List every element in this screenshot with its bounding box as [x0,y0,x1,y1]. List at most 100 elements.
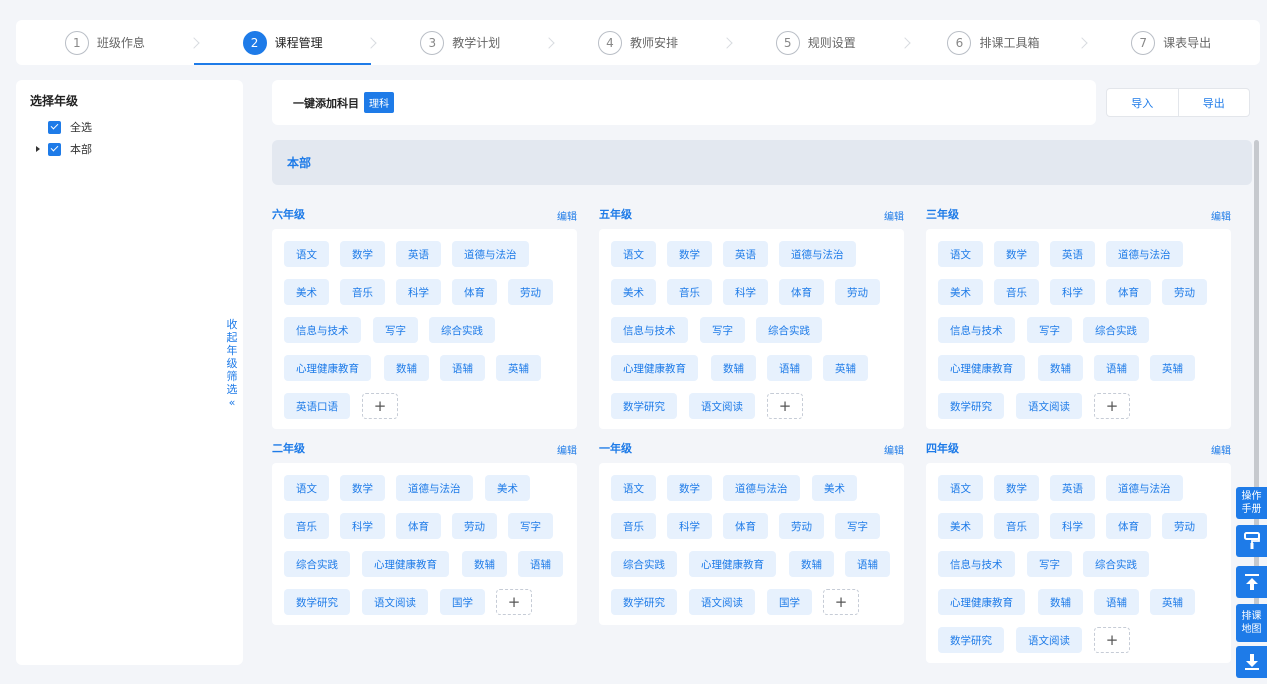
checkbox-checked-icon[interactable] [48,120,61,134]
subject-tag[interactable]: 写字 [373,317,418,343]
subject-tag[interactable]: 语文 [284,241,329,267]
subject-tag[interactable]: 国学 [767,589,812,615]
subject-tag[interactable]: 道德与法治 [779,241,856,267]
subject-tag[interactable]: 英语口语 [284,393,350,419]
subject-tag[interactable]: 心理健康教育 [689,551,776,577]
subject-tag[interactable]: 数学 [667,241,712,267]
subject-tag[interactable]: 道德与法治 [723,475,800,501]
subject-tag[interactable]: 综合实践 [756,317,822,343]
subject-tag[interactable]: 劳动 [779,513,824,539]
subject-tag[interactable]: 语文 [611,241,656,267]
grade-edit-link[interactable]: 编辑 [1211,208,1231,223]
step-6[interactable]: 6 排课工具箱 [905,20,1088,65]
subject-tag[interactable]: 国学 [440,589,485,615]
subject-tag[interactable]: 英辅 [496,355,541,381]
subject-tag[interactable]: 美术 [284,279,329,305]
subject-tag[interactable]: 信息与技术 [284,317,361,343]
subject-tag[interactable]: 语文阅读 [362,589,428,615]
subject-tag[interactable]: 心理健康教育 [938,355,1025,381]
subject-tag[interactable]: 劳动 [1162,513,1207,539]
subject-tag[interactable]: 语文阅读 [689,589,755,615]
subject-tag[interactable]: 数学研究 [938,627,1004,653]
subject-tag[interactable]: 语文阅读 [689,393,755,419]
grade-edit-link[interactable]: 编辑 [557,442,577,457]
subject-tag[interactable]: 英语 [1050,241,1095,267]
select-all-row[interactable]: 全选 [48,119,92,135]
download-button[interactable] [1236,646,1267,678]
subject-tag[interactable]: 写字 [835,513,880,539]
add-subject-button[interactable]: + [362,393,398,419]
grade-edit-link[interactable]: 编辑 [557,208,577,223]
subject-tag[interactable]: 数辅 [711,355,756,381]
checkbox-checked-icon[interactable] [48,142,61,156]
subject-tag[interactable]: 语辅 [767,355,812,381]
subject-tag[interactable]: 道德与法治 [452,241,529,267]
subject-tag[interactable]: 体育 [1106,513,1151,539]
step-1[interactable]: 1 班级作息 [16,20,200,65]
add-subject-button[interactable]: + [767,393,803,419]
subject-tag[interactable]: 英辅 [1150,355,1195,381]
subject-tag[interactable]: 英语 [723,241,768,267]
subject-tag[interactable]: 体育 [396,513,441,539]
scrollbar[interactable] [1254,140,1259,640]
subject-tag[interactable]: 科学 [1050,279,1095,305]
subject-tag[interactable]: 英辅 [823,355,868,381]
subject-tag[interactable]: 语辅 [845,551,890,577]
subject-tag[interactable]: 美术 [611,279,656,305]
subject-tag[interactable]: 体育 [723,513,768,539]
subject-tag[interactable]: 写字 [508,513,553,539]
subject-tag[interactable]: 道德与法治 [1106,241,1183,267]
subject-tag[interactable]: 英辅 [1150,589,1195,615]
subject-tag[interactable]: 数学 [340,241,385,267]
subject-tag[interactable]: 科学 [396,279,441,305]
subject-tag[interactable]: 劳动 [452,513,497,539]
step-7[interactable]: 7 课表导出 [1082,20,1260,65]
step-2[interactable]: 2 课程管理 [193,20,378,65]
subject-tag[interactable]: 美术 [938,513,983,539]
subject-tag[interactable]: 科学 [723,279,768,305]
subject-tag[interactable]: 语文 [284,475,329,501]
subject-tag[interactable]: 心理健康教育 [284,355,371,381]
import-button[interactable]: 导入 [1107,89,1178,116]
subject-tag[interactable]: 英语 [1050,475,1095,501]
add-subject-button[interactable]: + [496,589,532,615]
subject-tag[interactable]: 体育 [452,279,497,305]
add-subject-button[interactable]: + [1094,627,1130,653]
manual-button[interactable]: 操作手册 [1236,487,1267,519]
subject-tag[interactable]: 综合实践 [1083,551,1149,577]
subject-tag[interactable]: 信息与技术 [611,317,688,343]
subject-tag[interactable]: 劳动 [508,279,553,305]
subject-tag[interactable]: 数学 [994,475,1039,501]
subject-tag[interactable]: 体育 [779,279,824,305]
subject-tag[interactable]: 道德与法治 [396,475,473,501]
subject-tag[interactable]: 数辅 [384,355,429,381]
subject-tag[interactable]: 道德与法治 [1106,475,1183,501]
subject-tag[interactable]: 写字 [1027,551,1072,577]
subject-tag[interactable]: 劳动 [1162,279,1207,305]
subject-tag[interactable]: 美术 [938,279,983,305]
subject-tag[interactable]: 数学 [667,475,712,501]
subject-tag[interactable]: 科学 [667,513,712,539]
subject-tag[interactable]: 综合实践 [429,317,495,343]
subject-tag[interactable]: 美术 [485,475,530,501]
subject-tag[interactable]: 写字 [700,317,745,343]
grade-edit-link[interactable]: 编辑 [884,208,904,223]
subject-tag[interactable]: 信息与技术 [938,551,1015,577]
campus-row[interactable]: 本部 [36,141,92,157]
schedule-map-button[interactable]: 排课地图 [1236,604,1267,642]
subject-tag[interactable]: 科学 [1050,513,1095,539]
quick-add-science-button[interactable]: 理科 [364,92,394,113]
subject-tag[interactable]: 语辅 [1094,589,1139,615]
step-3[interactable]: 3 教学计划 [371,20,555,65]
subject-tag[interactable]: 数学 [340,475,385,501]
subject-tag[interactable]: 音乐 [340,279,385,305]
subject-tag[interactable]: 数学研究 [611,393,677,419]
subject-tag[interactable]: 英语 [396,241,441,267]
subject-tag[interactable]: 语文 [938,241,983,267]
subject-tag[interactable]: 数辅 [1038,355,1083,381]
subject-tag[interactable]: 综合实践 [1083,317,1149,343]
subject-tag[interactable]: 心理健康教育 [938,589,1025,615]
subject-tag[interactable]: 数辅 [462,551,507,577]
subject-tag[interactable]: 科学 [340,513,385,539]
subject-tag[interactable]: 数学研究 [284,589,350,615]
